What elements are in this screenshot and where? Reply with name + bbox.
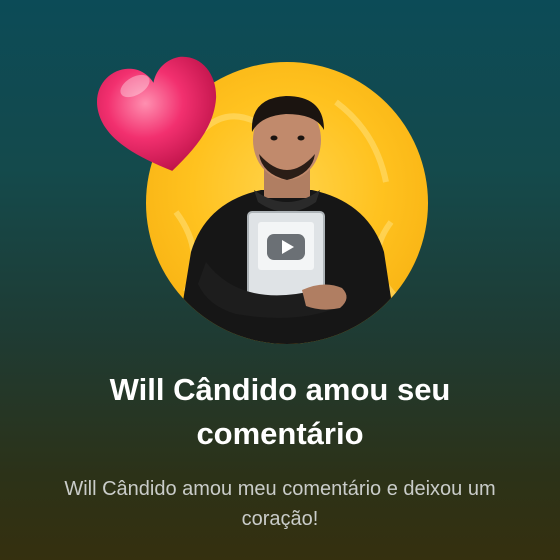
notification-title: Will Cândido amou seu comentário bbox=[109, 372, 451, 451]
notification-message: Will Cândido amou meu comentário e deixo… bbox=[64, 478, 496, 530]
heart-icon bbox=[97, 56, 217, 171]
